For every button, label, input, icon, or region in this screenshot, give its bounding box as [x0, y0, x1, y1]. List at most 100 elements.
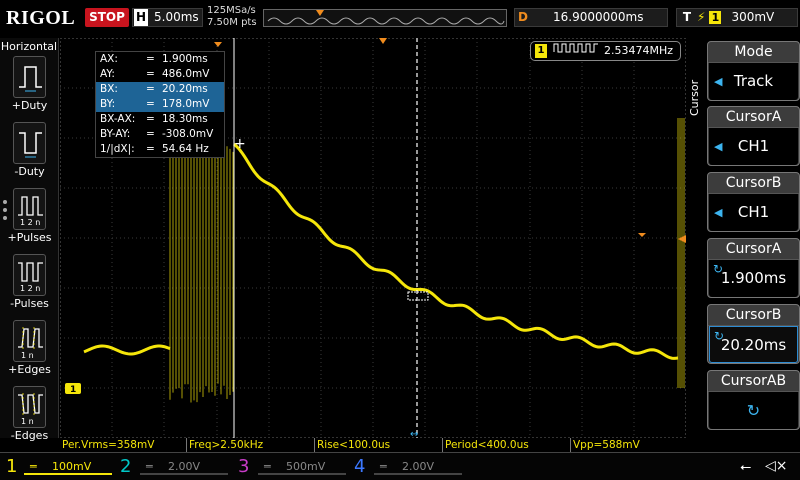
- ch4-number[interactable]: 4: [354, 456, 365, 478]
- positive-duty-icon: [13, 56, 46, 98]
- delay-label: D: [515, 9, 531, 26]
- measurement-item[interactable]: Per.Vrms=358mV: [60, 438, 187, 452]
- delay-value: 16.9000000ms: [553, 10, 643, 24]
- cursor-b-bottom-arrow-icon: ↔: [410, 429, 418, 438]
- measure-positive-edges[interactable]: 1 n +Edges: [0, 320, 59, 384]
- ch3-number[interactable]: 3: [238, 456, 249, 478]
- cursor-readout-row: AX: = 1.900ms: [96, 52, 224, 67]
- trigger-position-marker-icon: [316, 10, 324, 16]
- sample-rate: 125MSa/s: [207, 5, 257, 17]
- trigger-label: T: [679, 9, 695, 26]
- trigger-level: 300mV: [731, 10, 774, 24]
- ch3-scale-value: 500mV: [282, 460, 325, 473]
- readout-key: 1/|dX|:: [100, 142, 135, 157]
- acquisition-info: 125MSa/s 7.50M pts: [207, 5, 257, 29]
- cursor-a-position-title: CursorA: [708, 239, 799, 260]
- channel-status-bar: 1 ═ 100mV 2 ═ 2.00V 3 ═ 500mV 4 ═ 2.00V ⭠ ◁×: [0, 452, 800, 480]
- svg-text:1 n: 1 n: [21, 351, 34, 360]
- knob-icon: ↻: [714, 330, 724, 342]
- readout-equals: =: [146, 97, 155, 112]
- svg-text:1: 1: [70, 385, 76, 395]
- ch2-scale-value: 2.00V: [164, 460, 200, 473]
- waveform-display[interactable]: + 1 ↔ AX: = 1.900ms AY: = 486.0mV BX: = 20.20ms B…: [60, 38, 686, 438]
- frequency-counter[interactable]: 1 2.53474MHz: [530, 41, 681, 61]
- readout-key: AY:: [100, 67, 115, 82]
- ch4-scale[interactable]: ═ 2.00V: [374, 459, 462, 475]
- run-stop-status[interactable]: STOP: [85, 8, 129, 27]
- ch2-number[interactable]: 2: [120, 456, 131, 478]
- cursor-ab-button[interactable]: CursorAB ↻: [707, 370, 800, 430]
- arrow-left-icon: ◀: [714, 63, 722, 100]
- cursor-readout-row: BY-AY: = -308.0mV: [96, 127, 224, 142]
- arrow-left-icon: ◀: [714, 128, 722, 165]
- cursor-a-source-value: CH1: [738, 137, 769, 155]
- measurement-item[interactable]: Period<400.0us: [443, 438, 571, 452]
- measure-negative-pulses[interactable]: 1 2 n -Pulses: [0, 254, 59, 318]
- ch1-coupling-icon: ═: [30, 459, 37, 475]
- negative-duty-icon: [13, 122, 46, 164]
- ch2-coupling-icon: ═: [146, 459, 153, 475]
- ch1-number[interactable]: 1: [6, 456, 17, 478]
- knob-icon: ↻: [747, 401, 760, 420]
- measure-positive-pulses[interactable]: 1 2 n +Pulses: [0, 188, 59, 252]
- measure-negative-duty[interactable]: -Duty: [0, 122, 59, 186]
- readout-key: BX-AX:: [100, 112, 135, 127]
- speaker-muted-icon[interactable]: ◁×: [765, 458, 788, 474]
- positive-pulses-label: +Pulses: [0, 231, 59, 244]
- measurement-item[interactable]: Vpp=588mV: [571, 438, 700, 452]
- cursor-b-position-value: 20.20ms: [721, 336, 786, 354]
- cursor-a-source-button[interactable]: CursorA ◀ CH1: [707, 106, 800, 166]
- negative-pulses-label: -Pulses: [0, 297, 59, 310]
- horizontal-scale: 5.00ms: [154, 10, 199, 24]
- ch2-scale[interactable]: ═ 2.00V: [140, 459, 228, 475]
- horizontal-timebase[interactable]: H 5.00ms: [132, 8, 203, 27]
- rising-edge-icon: ⚡: [697, 10, 705, 24]
- cursor-readout-row: 1/|dX|: = 54.64 Hz: [96, 142, 224, 157]
- memory-depth: 7.50M pts: [207, 17, 257, 29]
- ch4-scale-value: 2.00V: [398, 460, 434, 473]
- cursor-readout-row: BY: = 178.0mV: [96, 97, 224, 112]
- trigger-source-channel: 1: [709, 11, 721, 24]
- ch1-scale[interactable]: ═ 100mV: [24, 459, 112, 475]
- cursor-a-position-value: 1.900ms: [721, 269, 786, 287]
- counter-channel: 1: [535, 44, 547, 58]
- negative-edges-icon: 1 n: [13, 386, 46, 428]
- cursor-b-source-title: CursorB: [708, 173, 799, 194]
- readout-value: 1.900ms: [162, 52, 208, 67]
- measurement-item[interactable]: Freq>2.50kHz: [187, 438, 315, 452]
- ch3-scale[interactable]: ═ 500mV: [258, 459, 346, 475]
- cursor-mode-title: Mode: [708, 42, 799, 63]
- cursor-a-position-button[interactable]: CursorA ↻ 1.900ms: [707, 238, 800, 298]
- horizontal-delay[interactable]: D 16.9000000ms: [514, 8, 668, 27]
- arrow-left-icon: ◀: [714, 194, 722, 231]
- memory-overview-strip: [263, 9, 507, 27]
- cursor-a-crosshair-icon: +: [234, 136, 246, 152]
- counter-value: 2.53474MHz: [604, 44, 673, 57]
- readout-key: AX:: [100, 52, 118, 67]
- square-wave-icon: [553, 42, 599, 60]
- positive-duty-label: +Duty: [0, 99, 59, 112]
- trigger-status[interactable]: T ⚡ 1 300mV: [676, 8, 798, 27]
- cursor-b-position-button[interactable]: CursorB ↻ 20.20ms: [707, 304, 800, 364]
- cursor-mode-button[interactable]: Mode ◀ Track: [707, 41, 800, 101]
- readout-key: BY:: [100, 97, 115, 112]
- negative-duty-label: -Duty: [0, 165, 59, 178]
- usb-icon: ⭠: [740, 459, 751, 475]
- measurement-item[interactable]: Rise<100.0us: [315, 438, 443, 452]
- negative-pulses-icon: 1 2 n: [13, 254, 46, 296]
- horizontal-label: H: [134, 9, 148, 26]
- measure-negative-edges[interactable]: 1 n -Edges: [0, 386, 59, 450]
- ch1-scale-value: 100mV: [48, 460, 91, 473]
- cursor-b-source-button[interactable]: CursorB ◀ CH1: [707, 172, 800, 232]
- cursor-readout-row: BX: = 20.20ms: [96, 82, 224, 97]
- positive-edges-label: +Edges: [0, 363, 59, 376]
- ch4-coupling-icon: ═: [380, 459, 387, 475]
- top-status-bar: RIGOL STOP H 5.00ms 125MSa/s 7.50M pts D 1…: [0, 0, 800, 38]
- readout-equals: =: [146, 112, 155, 127]
- cursor-mode-value: Track: [734, 72, 773, 90]
- measure-positive-duty[interactable]: +Duty: [0, 56, 59, 120]
- readout-value: 20.20ms: [162, 82, 208, 97]
- left-panel-title: Horizontal: [0, 38, 58, 54]
- horizontal-measure-panel: Horizontal +Duty -Duty 1 2 n +Pulses 1 2…: [0, 38, 59, 438]
- cursor-readout-row: BX-AX: = 18.30ms: [96, 112, 224, 127]
